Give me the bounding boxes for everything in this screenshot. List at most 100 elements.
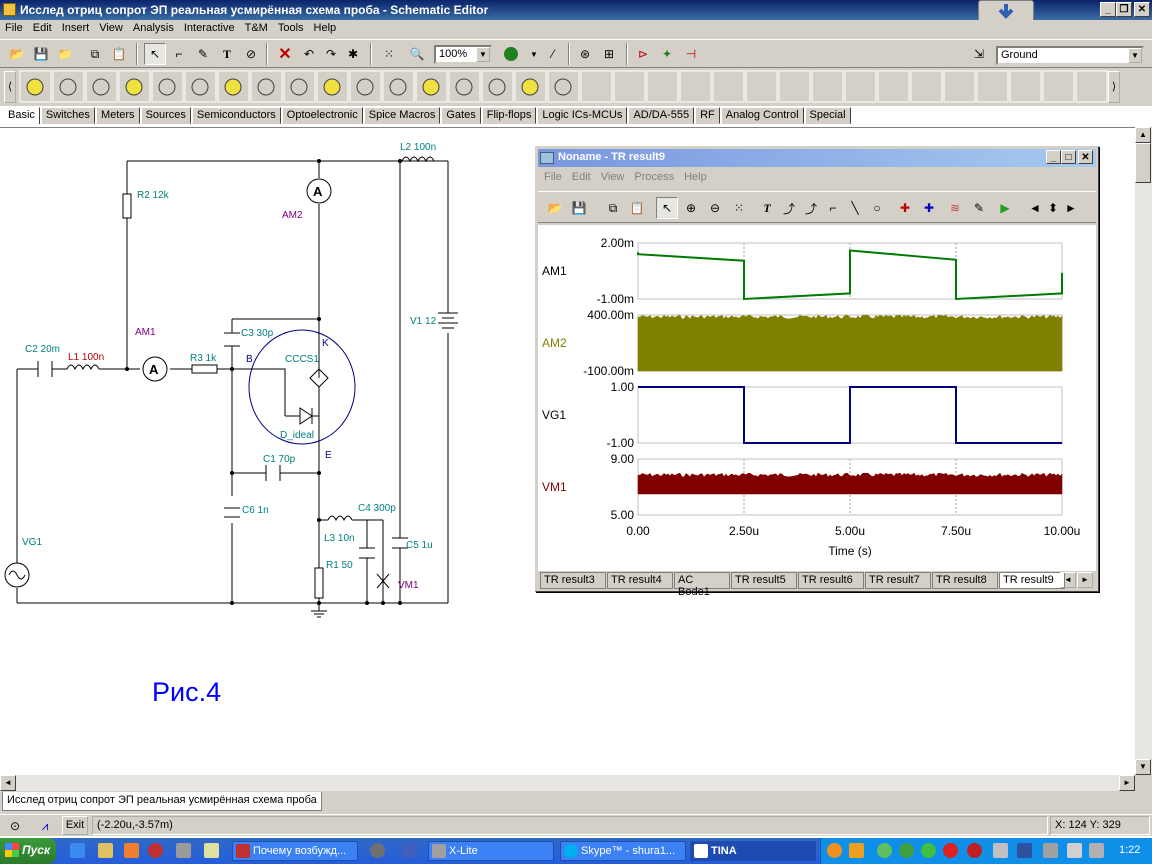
palette-cell[interactable]: [580, 70, 613, 103]
result-tab[interactable]: TR result4: [607, 572, 673, 589]
delete-wire-icon[interactable]: ⊘: [240, 43, 262, 65]
open-icon[interactable]: 📂: [6, 43, 28, 65]
result-tab[interactable]: TR result9: [999, 572, 1065, 589]
tab-optoelectronic[interactable]: Optoelectronic: [281, 107, 363, 124]
menu-insert[interactable]: Insert: [57, 20, 95, 34]
tray-icon-1[interactable]: [827, 843, 842, 858]
cursor-a-icon[interactable]: ✚: [894, 197, 916, 219]
tray-icon-5[interactable]: [921, 843, 936, 858]
grid-icon[interactable]: ⁙: [728, 197, 750, 219]
result-menu-edit[interactable]: Edit: [572, 171, 591, 183]
menu-interactive[interactable]: Interactive: [179, 20, 240, 34]
probe-icon[interactable]: ⁄: [542, 43, 564, 65]
scroll-down-icon[interactable]: ▼: [1135, 759, 1151, 775]
component-select[interactable]: Ground ▼: [996, 46, 1144, 65]
vertical-scrollbar[interactable]: ▲ ▼: [1135, 127, 1152, 775]
scroll-up-icon[interactable]: ▲: [1135, 127, 1151, 143]
scroll-left-icon[interactable]: ◄: [0, 775, 16, 791]
paste-icon[interactable]: 📋: [626, 197, 648, 219]
task-browser[interactable]: Почему возбужд...: [232, 841, 358, 861]
palette-cell[interactable]: [877, 70, 910, 103]
restore-button[interactable]: ❐: [1116, 2, 1132, 17]
result-menu-view[interactable]: View: [601, 171, 625, 183]
paste-icon[interactable]: 📋: [108, 43, 130, 65]
wire-icon[interactable]: ⌐: [168, 43, 190, 65]
palette-cell[interactable]: [712, 70, 745, 103]
tray-icon-3[interactable]: [877, 843, 892, 858]
tab-ad-da[interactable]: AD/DA-555: [628, 107, 695, 124]
network2-icon[interactable]: [1067, 843, 1082, 858]
label-icon[interactable]: ⇲: [968, 43, 990, 65]
result-tab[interactable]: TR result3: [540, 572, 606, 589]
cursor-b-icon[interactable]: ✚: [918, 197, 940, 219]
document-tab[interactable]: Исслед отриц сопрот ЭП реальная усмирённ…: [2, 792, 322, 811]
nav-updown-icon[interactable]: ⬍: [1044, 197, 1062, 219]
result-tab[interactable]: TR result5: [731, 572, 797, 589]
network-icon[interactable]: [1043, 843, 1058, 858]
chevron-down-icon[interactable]: ▼: [1128, 48, 1142, 63]
scroll-thumb[interactable]: [1135, 143, 1151, 183]
palette-cell[interactable]: [1009, 70, 1042, 103]
scroll-right-icon[interactable]: ⟩: [1108, 71, 1120, 103]
tab-gates[interactable]: Gates: [441, 107, 481, 124]
tab-special[interactable]: Special: [804, 107, 851, 124]
palette-cell[interactable]: [943, 70, 976, 103]
task-skype[interactable]: Skype™ - shura1...: [560, 841, 686, 861]
component-palette[interactable]: [18, 70, 1108, 104]
result-tab[interactable]: TR result6: [798, 572, 864, 589]
select-arrow-icon[interactable]: ↖: [656, 197, 678, 219]
exit-button[interactable]: Exit: [62, 816, 88, 835]
minimize-button[interactable]: _: [1100, 2, 1116, 17]
palette-cell[interactable]: [679, 70, 712, 103]
tab-scroll-right-icon[interactable]: ►: [1077, 572, 1093, 588]
annotation-icon[interactable]: ⤴: [778, 197, 800, 219]
result-window[interactable]: Noname - TR result9 _ □ ✕ File Edit View Pr…: [535, 146, 1099, 598]
wizard-icon[interactable]: ✦: [656, 43, 678, 65]
wave-icon[interactable]: ≋: [944, 197, 966, 219]
menu-tools[interactable]: Tools: [273, 20, 309, 34]
palette-cell[interactable]: [844, 70, 877, 103]
result-menu-help[interactable]: Help: [684, 171, 707, 183]
select-arrow-icon[interactable]: ↖: [144, 43, 166, 65]
maximize-button[interactable]: □: [1061, 150, 1076, 164]
open-folder-icon[interactable]: 📁: [54, 43, 76, 65]
tray-icon-6[interactable]: [943, 843, 958, 858]
horizontal-scrollbar[interactable]: ◄ ►: [0, 775, 1135, 791]
palette-cell[interactable]: [910, 70, 943, 103]
meter-icon[interactable]: ⊛: [574, 43, 596, 65]
nav-right-icon[interactable]: ►: [1064, 197, 1078, 219]
cursor-tool-icon[interactable]: ⊙: [4, 815, 26, 837]
tab-meters[interactable]: Meters: [95, 107, 140, 124]
tray-icon-7[interactable]: [967, 843, 982, 858]
palette-cell[interactable]: [1075, 70, 1108, 103]
palette-cell[interactable]: [745, 70, 778, 103]
menu-tm[interactable]: T&M: [240, 20, 273, 34]
result-tab[interactable]: TR result8: [932, 572, 998, 589]
zoom-select[interactable]: 100% ▼: [434, 45, 492, 64]
copy-icon[interactable]: ⧉: [602, 197, 624, 219]
palette-cell[interactable]: [613, 70, 646, 103]
graph-icon[interactable]: ⩘: [34, 815, 56, 837]
pen-icon[interactable]: ✎: [192, 43, 214, 65]
measure-icon[interactable]: ⊞: [598, 43, 620, 65]
zoom-in-icon[interactable]: ⊕: [680, 197, 702, 219]
menu-edit[interactable]: Edit: [28, 20, 57, 34]
menu-help[interactable]: Help: [309, 20, 342, 34]
palette-cell[interactable]: [646, 70, 679, 103]
palette-cell[interactable]: [976, 70, 1009, 103]
palette-cell[interactable]: [811, 70, 844, 103]
chevron-down-icon[interactable]: ▼: [528, 43, 540, 65]
open-icon[interactable]: 📂: [544, 197, 566, 219]
tray-icon-8[interactable]: [993, 843, 1008, 858]
chevron-down-icon[interactable]: ▼: [476, 47, 490, 62]
plot-area[interactable]: AM1 2.00m -1.00m AM2 400.00m -100.00m VG1 1.00 -…: [538, 225, 1096, 571]
tab-spice-macros[interactable]: Spice Macros: [363, 107, 441, 124]
folder-icon[interactable]: [98, 843, 113, 858]
tab-scroll-left-icon[interactable]: ◄: [1060, 572, 1076, 588]
delete-icon[interactable]: ✕: [274, 43, 296, 65]
result-tab[interactable]: TR result7: [865, 572, 931, 589]
tray-icon-9[interactable]: [1017, 843, 1032, 858]
download-arrow-icon[interactable]: [978, 0, 1034, 22]
task-tina[interactable]: TINA: [690, 841, 816, 861]
annotation2-icon[interactable]: ⤴: [800, 197, 822, 219]
